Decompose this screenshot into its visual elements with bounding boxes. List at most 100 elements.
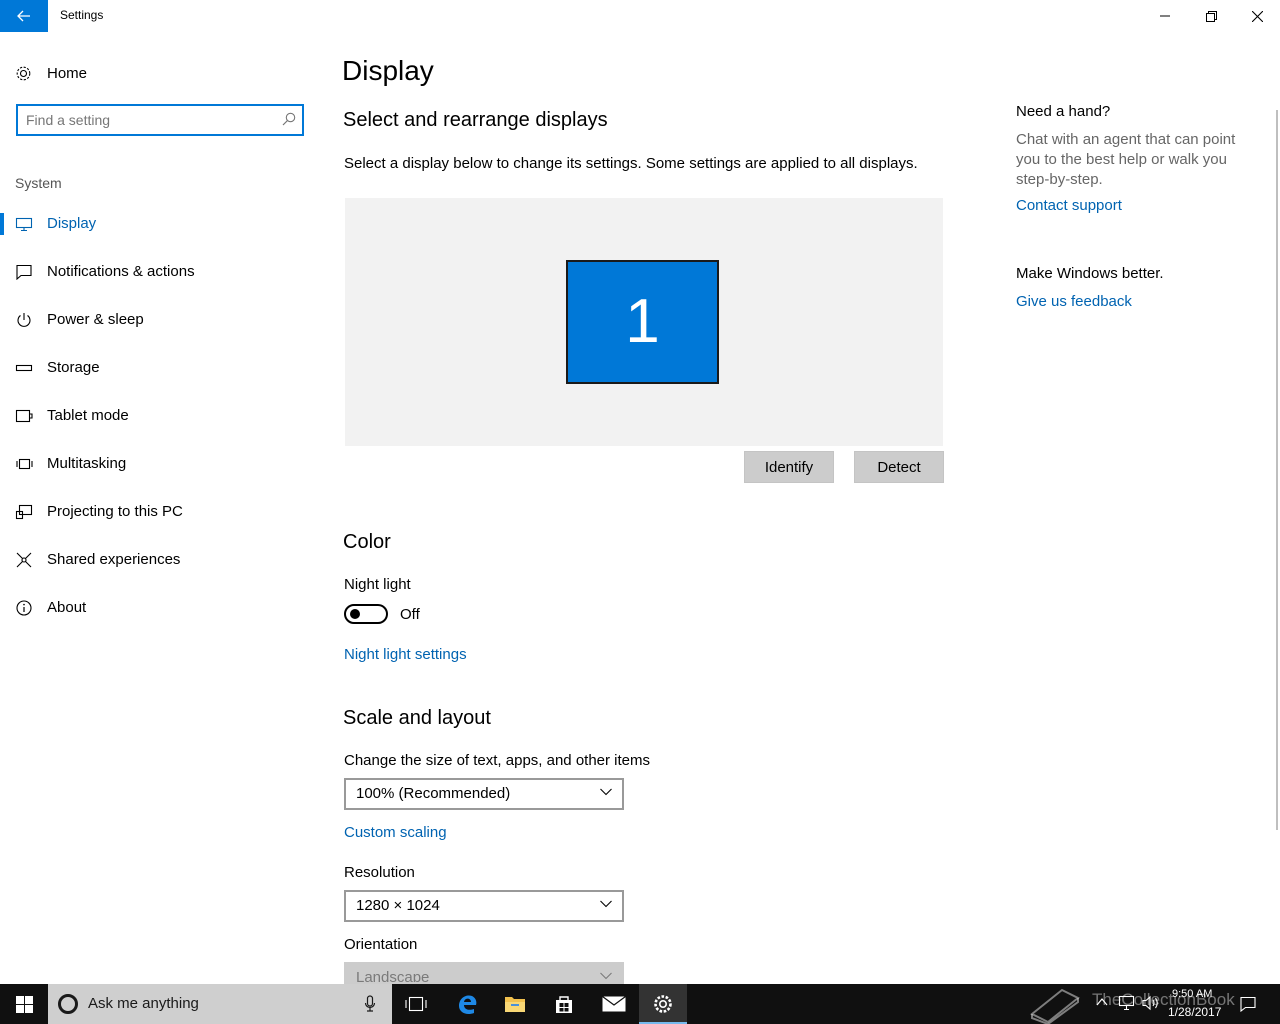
gear-icon: [16, 66, 31, 80]
cortana-placeholder: Ask me anything: [88, 995, 199, 1012]
cortana-search-box[interactable]: Ask me anything: [48, 984, 392, 1024]
monitor-icon: [15, 217, 33, 232]
action-center-icon[interactable]: [1240, 996, 1256, 1012]
orientation-label: Orientation: [344, 936, 418, 953]
display-number: 1: [625, 287, 660, 356]
sidebar-item-notifications[interactable]: Notifications & actions: [0, 252, 320, 292]
projecting-icon: [15, 504, 33, 520]
window-title: Settings: [60, 8, 104, 22]
restore-icon: [1205, 10, 1217, 22]
page-title: Display: [342, 55, 434, 86]
orientation-dropdown[interactable]: Landscape: [344, 962, 624, 984]
home-nav-item[interactable]: Home: [15, 62, 87, 84]
scale-description: Change the size of text, apps, and other…: [344, 752, 651, 769]
sidebar-item-label: Storage: [47, 359, 100, 376]
orientation-value: Landscape: [356, 969, 430, 984]
back-arrow-icon: [17, 10, 30, 22]
sidebar-item-label: Multitasking: [47, 455, 127, 472]
toggle-knob: [350, 609, 360, 619]
sidebar-item-label: Display: [47, 215, 97, 232]
sidebar-item-display[interactable]: Display: [0, 204, 320, 244]
system-section-label: System: [15, 175, 62, 191]
scale-value: 100% (Recommended): [356, 785, 511, 802]
mail-button[interactable]: [590, 984, 638, 1024]
scale-dropdown[interactable]: 100% (Recommended): [344, 778, 624, 810]
night-light-label: Night light: [344, 576, 411, 593]
sidebar-item-shared-experiences[interactable]: Shared experiences: [0, 540, 320, 580]
night-light-toggle[interactable]: [344, 604, 388, 624]
chevron-down-icon: [600, 972, 612, 980]
sidebar-item-label: Tablet mode: [47, 407, 129, 424]
scrollbar[interactable]: [1276, 110, 1278, 830]
night-light-state: Off: [400, 606, 420, 623]
back-button[interactable]: [0, 0, 48, 32]
info-icon: [16, 600, 32, 616]
sidebar-item-label: Projecting to this PC: [47, 503, 183, 520]
help-title: Need a hand?: [1016, 103, 1111, 120]
search-box[interactable]: [16, 104, 304, 136]
sidebar-item-label: About: [47, 599, 87, 616]
clock-date[interactable]: 1/28/2017: [1168, 1005, 1221, 1019]
settings-taskbar-button[interactable]: [639, 984, 687, 1024]
detect-button[interactable]: Detect: [854, 451, 944, 483]
edge-browser-button[interactable]: [443, 984, 491, 1024]
select-displays-heading: Select and rearrange displays: [343, 109, 608, 131]
feedback-title: Make Windows better.: [1016, 265, 1164, 282]
custom-scaling-link[interactable]: Custom scaling: [344, 824, 447, 841]
windows-logo-icon: [15, 995, 33, 1013]
resolution-label: Resolution: [344, 864, 415, 881]
task-view-button[interactable]: [392, 984, 440, 1024]
select-displays-description: Select a display below to change its set…: [344, 155, 918, 172]
clock-time[interactable]: 9:50 AM: [1172, 988, 1212, 1000]
sidebar-item-power-sleep[interactable]: Power & sleep: [0, 300, 320, 340]
start-button[interactable]: [0, 984, 48, 1024]
sidebar-item-projecting[interactable]: Projecting to this PC: [0, 492, 320, 532]
scale-layout-heading: Scale and layout: [343, 707, 491, 729]
sidebar-item-multitasking[interactable]: Multitasking: [0, 444, 320, 484]
home-label: Home: [47, 64, 88, 82]
sidebar-item-about[interactable]: About: [0, 588, 320, 628]
storage-icon: [15, 364, 33, 372]
resolution-dropdown[interactable]: 1280 × 1024: [344, 890, 624, 922]
book-logo-icon: [1030, 988, 1080, 1024]
color-heading: Color: [343, 531, 391, 553]
sidebar-item-label: Notifications & actions: [47, 263, 195, 280]
close-button[interactable]: [1234, 0, 1280, 32]
sidebar-item-storage[interactable]: Storage: [0, 348, 320, 388]
store-button[interactable]: [540, 984, 588, 1024]
help-text: Chat with an agent that can point you to…: [1016, 131, 1236, 188]
cortana-icon: [58, 994, 78, 1014]
folder-icon: [505, 997, 525, 1012]
multitasking-icon: [16, 458, 33, 470]
network-icon[interactable]: [1118, 995, 1136, 1011]
sidebar-item-label: Power & sleep: [47, 311, 144, 328]
search-icon[interactable]: [282, 112, 296, 126]
resolution-value: 1280 × 1024: [356, 897, 440, 914]
task-view-icon: [405, 996, 427, 1012]
contact-support-link[interactable]: Contact support: [1016, 197, 1122, 214]
minimize-button[interactable]: [1142, 0, 1188, 32]
give-feedback-link[interactable]: Give us feedback: [1016, 293, 1132, 310]
file-explorer-button[interactable]: [491, 984, 539, 1024]
show-hidden-icons-chevron-icon[interactable]: [1096, 996, 1108, 1008]
display-1-tile[interactable]: 1: [566, 260, 719, 384]
shared-experiences-icon: [16, 552, 32, 568]
title-bar: Settings: [0, 0, 1280, 32]
close-icon: [1251, 10, 1263, 22]
restore-button[interactable]: [1188, 0, 1234, 32]
settings-gear-icon: [654, 995, 672, 1013]
sidebar-item-tablet-mode[interactable]: Tablet mode: [0, 396, 320, 436]
search-input[interactable]: [26, 110, 274, 130]
identify-button[interactable]: Identify: [744, 451, 834, 483]
night-light-settings-link[interactable]: Night light settings: [344, 646, 467, 663]
mail-icon: [602, 996, 626, 1012]
tablet-mode-icon: [15, 409, 33, 423]
chevron-down-icon: [600, 788, 612, 796]
volume-icon[interactable]: [1142, 995, 1160, 1011]
notification-icon: [16, 264, 32, 280]
store-icon: [556, 996, 572, 1013]
display-arrangement-area[interactable]: 1: [345, 198, 943, 446]
microphone-icon[interactable]: [364, 995, 376, 1013]
chevron-down-icon: [600, 900, 612, 908]
power-icon: [17, 313, 31, 327]
